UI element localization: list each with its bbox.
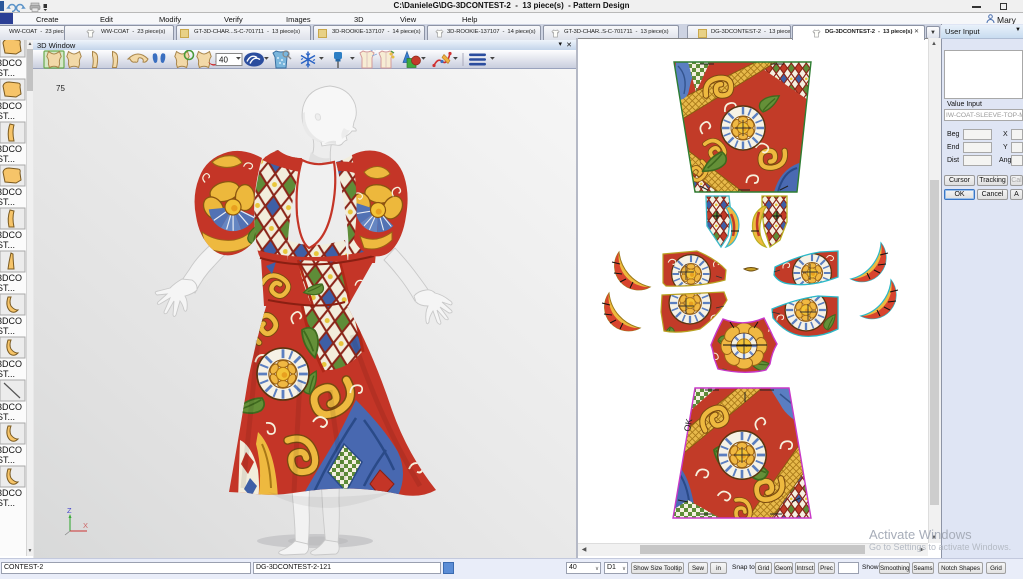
svg-text:X: X [83, 521, 88, 530]
svg-text:40: 40 [219, 56, 228, 65]
svg-text:75: 75 [56, 84, 65, 93]
svg-text:Z: Z [67, 506, 72, 515]
